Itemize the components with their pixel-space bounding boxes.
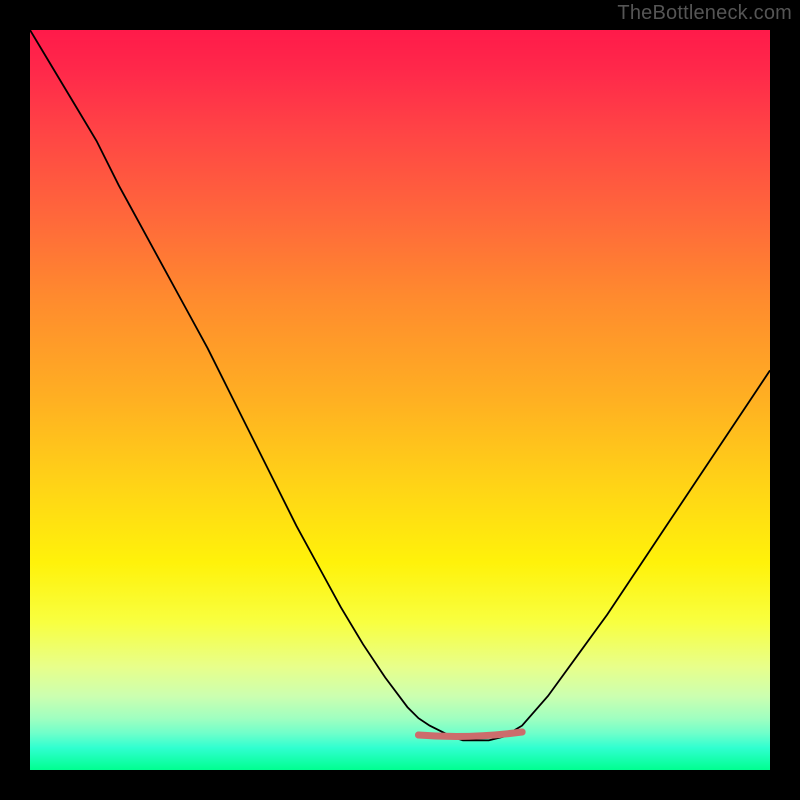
chart-frame: TheBottleneck.com xyxy=(0,0,800,800)
flat-endpoint-left xyxy=(415,732,422,739)
flat-minimum-segment xyxy=(419,732,523,736)
bottleneck-curve xyxy=(30,30,770,740)
curve-layer xyxy=(30,30,770,770)
flat-endpoint-right xyxy=(519,729,526,736)
plot-area xyxy=(30,30,770,770)
watermark-text: TheBottleneck.com xyxy=(617,2,792,25)
